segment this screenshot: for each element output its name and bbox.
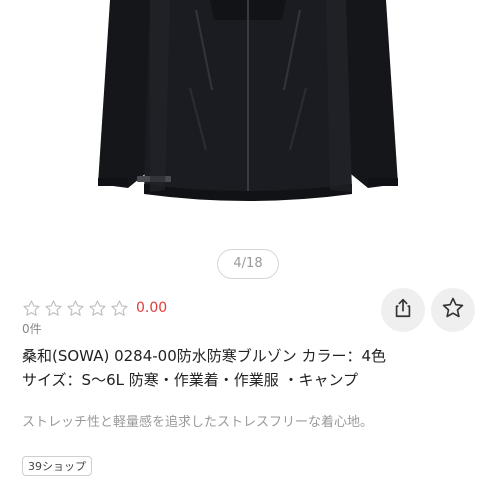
share-icon — [392, 297, 414, 323]
product-description: ストレッチ性と軽量感を追求したストレスフリーな着心地。 — [22, 415, 374, 430]
shop-badge[interactable]: 39ショップ — [22, 456, 92, 476]
review-count[interactable]: 0件 — [22, 320, 42, 337]
share-button[interactable] — [381, 288, 425, 332]
rating-stars: 0.00 — [22, 298, 167, 318]
product-title: 桑和(SOWA) 0284-00防水防寒ブルゾン カラー：4色 サイズ：S〜6L… — [22, 344, 482, 392]
star-outline-icon — [110, 299, 129, 318]
rating-score: 0.00 — [136, 300, 168, 316]
product-title-line1: 桑和(SOWA) 0284-00防水防寒ブルゾン カラー：4色 — [22, 347, 387, 365]
star-outline-icon — [22, 299, 41, 318]
star-outline-icon — [66, 299, 85, 318]
favorite-button[interactable] — [431, 288, 475, 332]
image-pager: 4/18 — [217, 249, 279, 279]
star-outline-icon — [441, 296, 465, 324]
star-outline-icon — [44, 299, 63, 318]
product-title-line2: サイズ：S〜6L 防寒・作業着・作業服 ・キャンプ — [22, 371, 359, 389]
star-outline-icon — [88, 299, 107, 318]
jacket-illustration — [98, 0, 398, 201]
product-image[interactable] — [0, 0, 496, 240]
